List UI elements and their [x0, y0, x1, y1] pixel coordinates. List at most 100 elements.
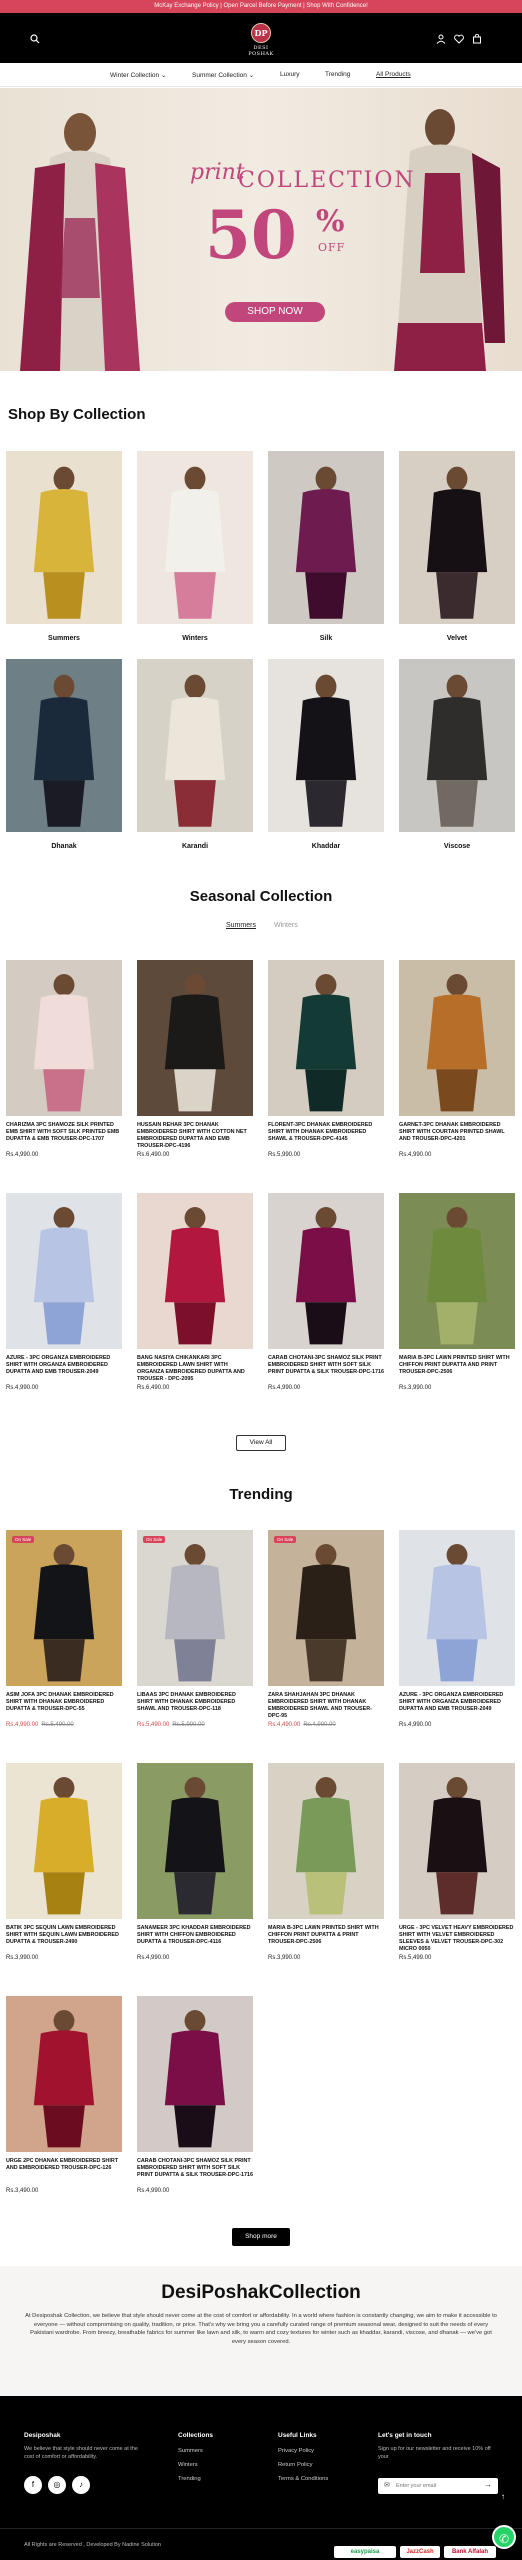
collection-label[interactable]: Winters	[137, 635, 253, 642]
search-icon[interactable]	[30, 31, 44, 45]
wishlist-icon[interactable]	[454, 31, 468, 45]
product-card[interactable]: On Sale LIBAAS 3PC DHANAK EMBROIDERED SHI…	[137, 1530, 253, 1744]
product-image[interactable]	[6, 960, 122, 1116]
product-image[interactable]	[399, 1530, 515, 1686]
collection-label[interactable]: Silk	[268, 635, 384, 642]
product-image[interactable]	[399, 960, 515, 1116]
newsletter-email-input[interactable]	[396, 2481, 476, 2491]
collection-image[interactable]	[6, 659, 122, 832]
footer-link-trending[interactable]: Trending	[178, 2476, 201, 2482]
product-title[interactable]: ZARA SHAHJAHAN 3PC DHANAK EMBROIDERED SH…	[268, 1692, 384, 1720]
footer-link-return[interactable]: Return Policy	[278, 2462, 312, 2468]
product-image[interactable]	[268, 960, 384, 1116]
nav-all-products[interactable]: All Products	[376, 71, 411, 78]
whatsapp-icon[interactable]: ✆	[492, 2525, 516, 2549]
collection-label[interactable]: Velvet	[399, 635, 515, 642]
product-title[interactable]: BANG NASIYA CHIKANKARI 3PC EMBROIDERED L…	[137, 1355, 253, 1383]
collection-card[interactable]: Viscose	[399, 659, 515, 856]
footer-link-winters[interactable]: Winters	[178, 2462, 198, 2468]
collection-label[interactable]: Viscose	[399, 843, 515, 850]
product-title[interactable]: ASIM JOFA 3PC DHANAK EMBROIDERED SHIRT W…	[6, 1692, 122, 1713]
product-image[interactable]	[399, 1763, 515, 1919]
cart-icon[interactable]	[472, 31, 486, 45]
collection-label[interactable]: Dhanak	[6, 843, 122, 850]
collection-card[interactable]: Karandi	[137, 659, 253, 856]
tiktok-icon[interactable]: ♪	[72, 2476, 90, 2494]
product-title[interactable]: AZURE - 3PC ORGANZA EMBROIDERED SHIRT WI…	[6, 1355, 122, 1376]
product-title[interactable]: CARAB CHOTANI-3PC SHAMOZ SILK PRINT EMBR…	[137, 2158, 253, 2179]
product-image[interactable]	[6, 1996, 122, 2152]
brand-logo[interactable]: DP DESI POSHAK	[240, 23, 282, 57]
product-image[interactable]	[137, 960, 253, 1116]
product-card[interactable]: CARAB CHOTANI-3PC SHAMOZ SILK PRINT EMBR…	[268, 1193, 384, 1407]
product-title[interactable]: URGE 2PC DHANAK EMBROIDERED SHIRT AND EM…	[6, 2158, 122, 2172]
facebook-icon[interactable]: f	[24, 2476, 42, 2494]
account-icon[interactable]	[436, 31, 450, 45]
product-card[interactable]: AZURE - 3PC ORGANZA EMBROIDERED SHIRT WI…	[6, 1193, 122, 1407]
collection-card[interactable]: Summers	[6, 451, 122, 648]
product-card[interactable]: On Sale ASIM JOFA 3PC DHANAK EMBROIDERED …	[6, 1530, 122, 1744]
collection-image[interactable]	[137, 659, 253, 832]
product-title[interactable]: MARIA B-3PC LAWN PRINTED SHIRT WITH CHIF…	[399, 1355, 515, 1376]
collection-label[interactable]: Khaddar	[268, 843, 384, 850]
product-image[interactable]	[268, 1763, 384, 1919]
product-image[interactable]	[399, 1193, 515, 1349]
product-card[interactable]: BANG NASIYA CHIKANKARI 3PC EMBROIDERED L…	[137, 1193, 253, 1407]
collection-label[interactable]: Summers	[6, 635, 122, 642]
product-title[interactable]: FLORENT-3PC DHANAK EMBROIDERED SHIRT WIT…	[268, 1122, 384, 1143]
product-title[interactable]: CARAB CHOTANI-3PC SHAMOZ SILK PRINT EMBR…	[268, 1355, 384, 1376]
product-card[interactable]: BATIK 3PC SEQUIN LAWN EMBROIDERED SHIRT …	[6, 1763, 122, 1977]
collection-card[interactable]: Dhanak	[6, 659, 122, 856]
collection-label[interactable]: Karandi	[137, 843, 253, 850]
product-title[interactable]: GARNET-3PC DHANAK EMBROIDERED SHIRT WITH…	[399, 1122, 515, 1143]
product-title[interactable]: SANAMEER 3PC KHADDAR EMBROIDERED SHIRT W…	[137, 1925, 253, 1946]
footer-link-privacy[interactable]: Privacy Policy	[278, 2448, 314, 2454]
product-title[interactable]: AZURE - 3PC ORGANZA EMBROIDERED SHIRT WI…	[399, 1692, 515, 1713]
product-image[interactable]	[137, 1996, 253, 2152]
collection-card[interactable]: Silk	[268, 451, 384, 648]
hero-banner[interactable]: print COLLECTION 50 % OFF SHOP NOW	[0, 88, 522, 371]
collection-image[interactable]	[6, 451, 122, 624]
product-card[interactable]: SANAMEER 3PC KHADDAR EMBROIDERED SHIRT W…	[137, 1763, 253, 1977]
footer-link-summers[interactable]: Summers	[178, 2448, 203, 2454]
view-all-button[interactable]: View All	[236, 1435, 286, 1451]
product-card[interactable]: AZURE - 3PC ORGANZA EMBROIDERED SHIRT WI…	[399, 1530, 515, 1744]
product-card[interactable]: GARNET-3PC DHANAK EMBROIDERED SHIRT WITH…	[399, 960, 515, 1174]
tab-summers[interactable]: Summers	[226, 922, 256, 929]
product-image[interactable]	[137, 1193, 253, 1349]
arrow-up-icon[interactable]: ↑	[501, 2492, 505, 2501]
product-image[interactable]	[268, 1530, 384, 1686]
product-card[interactable]: FLORENT-3PC DHANAK EMBROIDERED SHIRT WIT…	[268, 960, 384, 1174]
nav-summer-collection[interactable]: Summer Collection ⌄	[192, 71, 254, 79]
product-card[interactable]: CHARIZMA 3PC SHAMOZE SILK PRINTED EMB SH…	[6, 960, 122, 1174]
product-card[interactable]: MARIA B-3PC LAWN PRINTED SHIRT WITH CHIF…	[399, 1193, 515, 1407]
product-card[interactable]: HUSSAIN REHAR 3PC DHANAK EMBROIDERED SHI…	[137, 960, 253, 1174]
product-image[interactable]	[6, 1530, 122, 1686]
collection-card[interactable]: Velvet	[399, 451, 515, 648]
product-image[interactable]	[137, 1530, 253, 1686]
product-card[interactable]: On Sale ZARA SHAHJAHAN 3PC DHANAK EMBROID…	[268, 1530, 384, 1744]
collection-image[interactable]	[399, 451, 515, 624]
collection-image[interactable]	[268, 659, 384, 832]
tab-winters[interactable]: Winters	[274, 922, 298, 929]
product-card[interactable]: URGE - 3PC VELVET HEAVY EMBROIDERED SHIR…	[399, 1763, 515, 1977]
collection-image[interactable]	[137, 451, 253, 624]
product-image[interactable]	[6, 1763, 122, 1919]
product-card[interactable]: MARIA B-3PC LAWN PRINTED SHIRT WITH CHIF…	[268, 1763, 384, 1977]
collection-image[interactable]	[268, 451, 384, 624]
collection-card[interactable]: Winters	[137, 451, 253, 648]
nav-luxury[interactable]: Luxury	[280, 71, 300, 78]
product-image[interactable]	[137, 1763, 253, 1919]
product-title[interactable]: URGE - 3PC VELVET HEAVY EMBROIDERED SHIR…	[399, 1925, 515, 1953]
instagram-icon[interactable]: ◎	[48, 2476, 66, 2494]
product-title[interactable]: LIBAAS 3PC DHANAK EMBROIDERED SHIRT WITH…	[137, 1692, 253, 1713]
shop-more-button[interactable]: Shop more	[232, 2228, 290, 2246]
product-image[interactable]	[268, 1193, 384, 1349]
shop-now-button[interactable]: SHOP NOW	[225, 302, 325, 322]
product-card[interactable]: CARAB CHOTANI-3PC SHAMOZ SILK PRINT EMBR…	[137, 1996, 253, 2210]
footer-link-terms[interactable]: Terms & Conditions	[278, 2476, 328, 2482]
nav-winter-collection[interactable]: Winter Collection ⌄	[110, 71, 166, 79]
collection-card[interactable]: Khaddar	[268, 659, 384, 856]
product-title[interactable]: BATIK 3PC SEQUIN LAWN EMBROIDERED SHIRT …	[6, 1925, 122, 1946]
product-title[interactable]: HUSSAIN REHAR 3PC DHANAK EMBROIDERED SHI…	[137, 1122, 253, 1150]
